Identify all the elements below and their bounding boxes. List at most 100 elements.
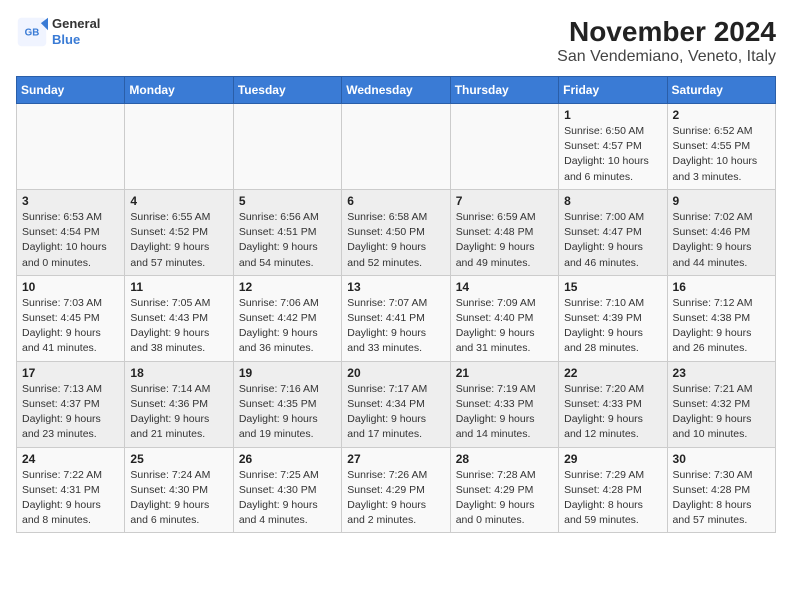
weekday-header-friday: Friday	[559, 77, 667, 104]
day-number: 16	[673, 280, 770, 294]
day-number: 13	[347, 280, 444, 294]
day-number: 5	[239, 194, 336, 208]
day-info: Sunrise: 6:56 AM Sunset: 4:51 PM Dayligh…	[239, 210, 336, 271]
day-number: 6	[347, 194, 444, 208]
day-info: Sunrise: 7:02 AM Sunset: 4:46 PM Dayligh…	[673, 210, 770, 271]
day-number: 27	[347, 452, 444, 466]
weekday-header-row: SundayMondayTuesdayWednesdayThursdayFrid…	[17, 77, 776, 104]
logo-icon: GB	[16, 16, 48, 48]
calendar-cell: 8 Sunrise: 7:00 AM Sunset: 4:47 PM Daylig…	[559, 189, 667, 275]
calendar-cell: 11 Sunrise: 7:05 AM Sunset: 4:43 PM Dayli…	[125, 275, 233, 361]
day-number: 25	[130, 452, 227, 466]
calendar-table: SundayMondayTuesdayWednesdayThursdayFrid…	[16, 76, 776, 533]
day-number: 4	[130, 194, 227, 208]
day-number: 22	[564, 366, 661, 380]
calendar-cell: 20 Sunrise: 7:17 AM Sunset: 4:34 PM Dayli…	[342, 361, 450, 447]
day-info: Sunrise: 7:29 AM Sunset: 4:28 PM Dayligh…	[564, 468, 661, 529]
day-number: 23	[673, 366, 770, 380]
day-number: 28	[456, 452, 553, 466]
weekday-header-monday: Monday	[125, 77, 233, 104]
calendar-week-row: 17 Sunrise: 7:13 AM Sunset: 4:37 PM Dayli…	[17, 361, 776, 447]
day-number: 17	[22, 366, 119, 380]
calendar-body: 1 Sunrise: 6:50 AM Sunset: 4:57 PM Daylig…	[17, 104, 776, 533]
day-info: Sunrise: 7:09 AM Sunset: 4:40 PM Dayligh…	[456, 296, 553, 357]
day-info: Sunrise: 7:00 AM Sunset: 4:47 PM Dayligh…	[564, 210, 661, 271]
calendar-cell: 4 Sunrise: 6:55 AM Sunset: 4:52 PM Daylig…	[125, 189, 233, 275]
weekday-header-saturday: Saturday	[667, 77, 775, 104]
calendar-cell: 23 Sunrise: 7:21 AM Sunset: 4:32 PM Dayli…	[667, 361, 775, 447]
day-info: Sunrise: 7:10 AM Sunset: 4:39 PM Dayligh…	[564, 296, 661, 357]
day-info: Sunrise: 7:05 AM Sunset: 4:43 PM Dayligh…	[130, 296, 227, 357]
calendar-title: November 2024	[557, 16, 776, 48]
svg-text:GB: GB	[25, 28, 40, 39]
calendar-cell	[450, 104, 558, 190]
day-info: Sunrise: 6:55 AM Sunset: 4:52 PM Dayligh…	[130, 210, 227, 271]
calendar-subtitle: San Vendemiano, Veneto, Italy	[557, 48, 776, 66]
day-number: 7	[456, 194, 553, 208]
day-info: Sunrise: 7:26 AM Sunset: 4:29 PM Dayligh…	[347, 468, 444, 529]
day-info: Sunrise: 7:22 AM Sunset: 4:31 PM Dayligh…	[22, 468, 119, 529]
day-info: Sunrise: 6:52 AM Sunset: 4:55 PM Dayligh…	[673, 124, 770, 185]
calendar-cell	[125, 104, 233, 190]
day-info: Sunrise: 6:50 AM Sunset: 4:57 PM Dayligh…	[564, 124, 661, 185]
calendar-week-row: 3Sunrise: 6:53 AM Sunset: 4:54 PM Daylig…	[17, 189, 776, 275]
calendar-cell: 9 Sunrise: 7:02 AM Sunset: 4:46 PM Daylig…	[667, 189, 775, 275]
day-info: Sunrise: 7:06 AM Sunset: 4:42 PM Dayligh…	[239, 296, 336, 357]
day-number: 12	[239, 280, 336, 294]
day-info: Sunrise: 7:30 AM Sunset: 4:28 PM Dayligh…	[673, 468, 770, 529]
day-number: 15	[564, 280, 661, 294]
calendar-cell: 25 Sunrise: 7:24 AM Sunset: 4:30 PM Dayli…	[125, 447, 233, 533]
day-info: Sunrise: 7:16 AM Sunset: 4:35 PM Dayligh…	[239, 382, 336, 443]
calendar-cell: 29 Sunrise: 7:29 AM Sunset: 4:28 PM Dayli…	[559, 447, 667, 533]
day-info: Sunrise: 7:03 AM Sunset: 4:45 PM Dayligh…	[22, 296, 119, 357]
day-info: Sunrise: 7:28 AM Sunset: 4:29 PM Dayligh…	[456, 468, 553, 529]
day-number: 14	[456, 280, 553, 294]
calendar-cell: 26 Sunrise: 7:25 AM Sunset: 4:30 PM Dayli…	[233, 447, 341, 533]
calendar-cell: 15 Sunrise: 7:10 AM Sunset: 4:39 PM Dayli…	[559, 275, 667, 361]
day-number: 18	[130, 366, 227, 380]
day-info: Sunrise: 7:12 AM Sunset: 4:38 PM Dayligh…	[673, 296, 770, 357]
day-number: 29	[564, 452, 661, 466]
day-info: Sunrise: 7:19 AM Sunset: 4:33 PM Dayligh…	[456, 382, 553, 443]
logo: GB General Blue	[16, 16, 100, 48]
calendar-week-row: 10Sunrise: 7:03 AM Sunset: 4:45 PM Dayli…	[17, 275, 776, 361]
day-info: Sunrise: 7:25 AM Sunset: 4:30 PM Dayligh…	[239, 468, 336, 529]
calendar-cell: 1 Sunrise: 6:50 AM Sunset: 4:57 PM Daylig…	[559, 104, 667, 190]
day-info: Sunrise: 7:13 AM Sunset: 4:37 PM Dayligh…	[22, 382, 119, 443]
day-info: Sunrise: 7:07 AM Sunset: 4:41 PM Dayligh…	[347, 296, 444, 357]
weekday-header-wednesday: Wednesday	[342, 77, 450, 104]
calendar-cell	[233, 104, 341, 190]
logo-text: General Blue	[52, 16, 100, 47]
title-block: November 2024 San Vendemiano, Veneto, It…	[557, 16, 776, 66]
day-number: 1	[564, 108, 661, 122]
calendar-cell: 18 Sunrise: 7:14 AM Sunset: 4:36 PM Dayli…	[125, 361, 233, 447]
calendar-header: SundayMondayTuesdayWednesdayThursdayFrid…	[17, 77, 776, 104]
calendar-cell: 16 Sunrise: 7:12 AM Sunset: 4:38 PM Dayli…	[667, 275, 775, 361]
day-info: Sunrise: 7:17 AM Sunset: 4:34 PM Dayligh…	[347, 382, 444, 443]
calendar-cell: 7 Sunrise: 6:59 AM Sunset: 4:48 PM Daylig…	[450, 189, 558, 275]
calendar-cell: 13 Sunrise: 7:07 AM Sunset: 4:41 PM Dayli…	[342, 275, 450, 361]
calendar-cell: 14 Sunrise: 7:09 AM Sunset: 4:40 PM Dayli…	[450, 275, 558, 361]
calendar-cell: 2Sunrise: 6:52 AM Sunset: 4:55 PM Daylig…	[667, 104, 775, 190]
weekday-header-tuesday: Tuesday	[233, 77, 341, 104]
calendar-cell: 17 Sunrise: 7:13 AM Sunset: 4:37 PM Dayli…	[17, 361, 125, 447]
day-number: 19	[239, 366, 336, 380]
day-info: Sunrise: 7:14 AM Sunset: 4:36 PM Dayligh…	[130, 382, 227, 443]
day-number: 11	[130, 280, 227, 294]
calendar-cell: 21Sunrise: 7:19 AM Sunset: 4:33 PM Dayli…	[450, 361, 558, 447]
calendar-week-row: 24Sunrise: 7:22 AM Sunset: 4:31 PM Dayli…	[17, 447, 776, 533]
calendar-cell: 3Sunrise: 6:53 AM Sunset: 4:54 PM Daylig…	[17, 189, 125, 275]
day-info: Sunrise: 6:58 AM Sunset: 4:50 PM Dayligh…	[347, 210, 444, 271]
day-number: 20	[347, 366, 444, 380]
calendar-cell	[342, 104, 450, 190]
day-info: Sunrise: 6:59 AM Sunset: 4:48 PM Dayligh…	[456, 210, 553, 271]
calendar-week-row: 1 Sunrise: 6:50 AM Sunset: 4:57 PM Daylig…	[17, 104, 776, 190]
day-number: 9	[673, 194, 770, 208]
day-number: 30	[673, 452, 770, 466]
calendar-cell: 10Sunrise: 7:03 AM Sunset: 4:45 PM Dayli…	[17, 275, 125, 361]
day-info: Sunrise: 7:21 AM Sunset: 4:32 PM Dayligh…	[673, 382, 770, 443]
day-info: Sunrise: 7:24 AM Sunset: 4:30 PM Dayligh…	[130, 468, 227, 529]
calendar-cell: 28 Sunrise: 7:28 AM Sunset: 4:29 PM Dayli…	[450, 447, 558, 533]
day-number: 8	[564, 194, 661, 208]
day-number: 26	[239, 452, 336, 466]
